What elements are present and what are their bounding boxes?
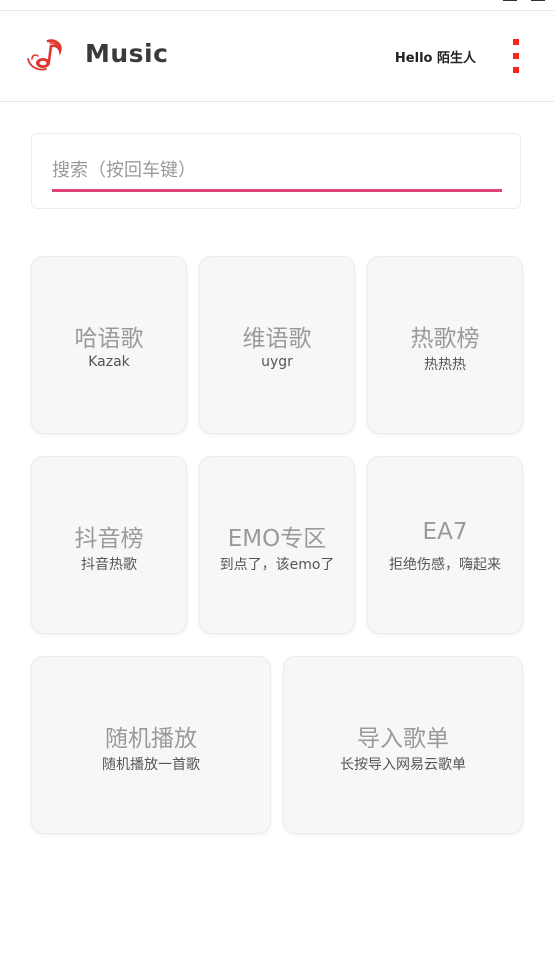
- tile-douyin-chart[interactable]: 抖音榜 抖音热歌: [31, 456, 187, 634]
- tile-title: 随机播放: [105, 726, 197, 752]
- tile-ea7[interactable]: EA7 拒绝伤感，嗨起来: [367, 456, 523, 634]
- tile-title: 维语歌: [242, 326, 312, 352]
- tile-kazak-songs[interactable]: 哈语歌 Kazak: [31, 256, 187, 434]
- music-note-icon: [27, 39, 62, 71]
- tile-title: EMO专区: [227, 526, 327, 552]
- tile-subtitle: 抖音热歌: [81, 557, 137, 573]
- tile-title: EA7: [422, 519, 468, 545]
- tile-random-play[interactable]: 随机播放 随机播放一首歌: [31, 656, 271, 834]
- tile-subtitle: 到点了，该emo了: [219, 557, 335, 573]
- app-header: Music Hello 陌生人: [0, 11, 554, 102]
- tile-uyghur-songs[interactable]: 维语歌 uygr: [199, 256, 355, 434]
- tile-hot-chart[interactable]: 热歌榜 热热热: [367, 256, 523, 434]
- tile-title: 热歌榜: [410, 326, 480, 352]
- tile-title: 抖音榜: [74, 526, 144, 552]
- tile-subtitle: 随机播放一首歌: [102, 757, 200, 773]
- greeting-text: Hello 陌生人: [394, 51, 476, 66]
- tile-title: 导入歌单: [357, 726, 449, 752]
- tile-subtitle: uygr: [261, 354, 293, 370]
- tile-subtitle: Kazak: [88, 354, 130, 370]
- tile-import-playlist[interactable]: 导入歌单 长按导入网易云歌单: [283, 656, 523, 834]
- search-input[interactable]: [52, 152, 502, 192]
- tile-emo-zone[interactable]: EMO专区 到点了，该emo了: [199, 456, 355, 634]
- more-vertical-icon[interactable]: [508, 39, 524, 73]
- app-title: Music: [85, 39, 169, 68]
- tile-subtitle: 拒绝伤感，嗨起来: [389, 557, 501, 573]
- tile-title: 哈语歌: [74, 326, 144, 352]
- status-indicator: [531, 0, 545, 1]
- status-bar: [0, 0, 554, 11]
- tile-subtitle: 热热热: [424, 357, 466, 373]
- search-card: [31, 133, 521, 209]
- tile-subtitle: 长按导入网易云歌单: [340, 757, 466, 773]
- status-indicator: [503, 0, 517, 1]
